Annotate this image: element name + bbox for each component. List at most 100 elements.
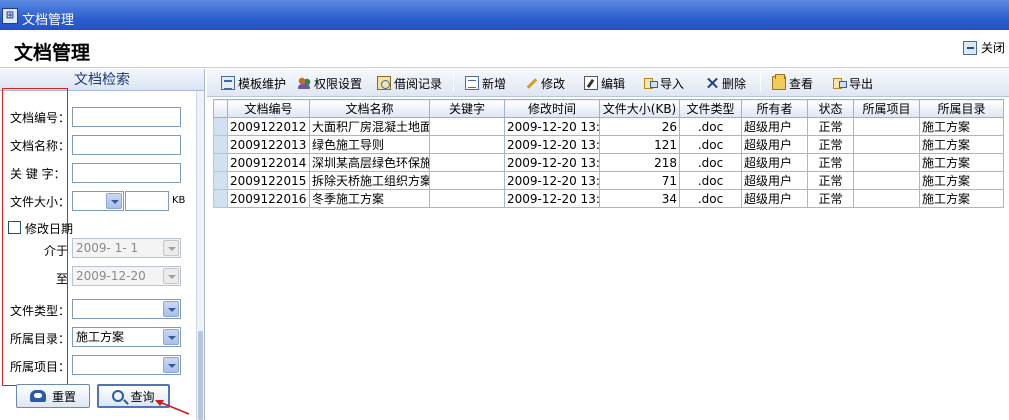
column-header[interactable]: 文档编号 bbox=[227, 99, 310, 118]
exit-icon bbox=[962, 40, 977, 55]
cell-file-size: 218 bbox=[599, 153, 680, 172]
cell-file-size: 26 bbox=[599, 117, 680, 136]
import-label: 导入 bbox=[660, 76, 685, 91]
cell-status: 正常 bbox=[807, 117, 854, 136]
cell-project bbox=[853, 135, 920, 154]
cell-doc-no: 2009122015 bbox=[227, 171, 310, 190]
row-selector[interactable] bbox=[213, 135, 228, 154]
doc-name-input[interactable] bbox=[72, 135, 181, 155]
new-document-icon bbox=[465, 76, 479, 90]
column-header[interactable]: 文件类型 bbox=[679, 99, 742, 118]
row-selector[interactable] bbox=[213, 117, 228, 136]
delete-button[interactable]: 删除 bbox=[705, 74, 746, 92]
search-panel-scrollbar[interactable] bbox=[196, 91, 204, 420]
cell-project bbox=[853, 153, 920, 172]
scrollbar-thumb[interactable] bbox=[198, 331, 203, 420]
column-header[interactable]: 关键字 bbox=[429, 99, 505, 118]
cell-status: 正常 bbox=[807, 189, 854, 208]
cell-file-type: .doc bbox=[679, 189, 742, 208]
modify-date-label: 修改日期 bbox=[25, 222, 74, 236]
folder-open-icon bbox=[772, 74, 786, 90]
cell-file-type: .doc bbox=[679, 171, 742, 190]
cell-status: 正常 bbox=[807, 153, 854, 172]
column-header[interactable]: 修改时间 bbox=[504, 99, 600, 118]
window-title: 文档管理 bbox=[22, 13, 75, 28]
annotation-arrow bbox=[155, 400, 190, 415]
date-from-select[interactable]: 2009- 1- 1 bbox=[72, 238, 181, 258]
directory-label: 所属目录： bbox=[10, 332, 71, 346]
export-button[interactable]: 导出 bbox=[832, 74, 873, 92]
column-header[interactable]: 所有者 bbox=[741, 99, 808, 118]
permissions-button[interactable]: 权限设置 bbox=[297, 74, 362, 92]
column-header[interactable]: 状态 bbox=[807, 99, 854, 118]
table-row[interactable]: 2009122013 绿色施工导则 2009-12-20 13:4 121 .d… bbox=[213, 135, 1004, 154]
project-select[interactable] bbox=[72, 355, 181, 375]
close-label: 关闭 bbox=[980, 41, 1005, 55]
cell-directory: 施工方案 bbox=[919, 135, 1004, 154]
table-row[interactable]: 2009122016 冬季施工方案 2009-12-20 13:5 34 .do… bbox=[213, 189, 1004, 208]
column-header[interactable]: 所属目录 bbox=[919, 99, 1004, 118]
cell-modified-time: 2009-12-20 13:4 bbox=[504, 153, 600, 172]
chevron-down-icon bbox=[163, 268, 179, 284]
cell-doc-name: 冬季施工方案 bbox=[309, 189, 430, 208]
date-from-value: 2009- 1- 1 bbox=[76, 241, 139, 255]
documents-table: 文档编号 文档名称 关键字 修改时间 文件大小(KB) 文件类型 所有者 状态 … bbox=[213, 99, 1004, 208]
doc-no-input[interactable] bbox=[72, 107, 181, 127]
borrow-records-button[interactable]: 借阅记录 bbox=[377, 74, 442, 92]
chevron-down-icon bbox=[163, 357, 179, 373]
template-label: 模板维护 bbox=[238, 76, 287, 91]
cell-keyword bbox=[429, 171, 505, 190]
add-button[interactable]: 新增 bbox=[465, 74, 506, 92]
cell-doc-name: 拆除天桥施工组织方案 bbox=[309, 171, 430, 190]
import-button[interactable]: 导入 bbox=[643, 74, 684, 92]
cell-doc-no: 2009122016 bbox=[227, 189, 310, 208]
file-type-select[interactable] bbox=[72, 299, 181, 319]
table-row[interactable]: 2009122015 拆除天桥施工组织方案 2009-12-20 13:5 71… bbox=[213, 171, 1004, 190]
cell-directory: 施工方案 bbox=[919, 171, 1004, 190]
table-row[interactable]: 2009122014 深圳某高层绿色环保施 2009-12-20 13:4 21… bbox=[213, 153, 1004, 172]
close-button[interactable]: 关闭 bbox=[962, 39, 1005, 56]
row-selector[interactable] bbox=[213, 153, 228, 172]
cell-doc-name: 大面积厂房混凝土地面 bbox=[309, 117, 430, 136]
doc-no-label: 文档编号： bbox=[10, 111, 71, 125]
file-size-operator-select[interactable] bbox=[72, 191, 124, 211]
borrow-icon bbox=[377, 76, 391, 90]
page-header: 文档管理 关闭 bbox=[0, 30, 1009, 68]
cell-project bbox=[853, 189, 920, 208]
cell-modified-time: 2009-12-20 13:5 bbox=[504, 189, 600, 208]
view-button[interactable]: 查看 bbox=[772, 74, 813, 92]
reset-button[interactable]: 重置 bbox=[16, 384, 90, 408]
reset-icon bbox=[29, 390, 46, 402]
borrow-label: 借阅记录 bbox=[394, 76, 443, 91]
table-row[interactable]: 2009122012 大面积厂房混凝土地面 2009-12-20 13:4 26… bbox=[213, 117, 1004, 136]
file-size-input[interactable] bbox=[125, 191, 169, 211]
app-icon: ⊞ bbox=[2, 8, 18, 24]
column-header[interactable]: 文档名称 bbox=[309, 99, 430, 118]
cell-keyword bbox=[429, 189, 505, 208]
delete-label: 删除 bbox=[722, 76, 747, 91]
column-header[interactable]: 文件大小(KB) bbox=[599, 99, 680, 118]
cell-project bbox=[853, 117, 920, 136]
cell-file-size: 34 bbox=[599, 189, 680, 208]
cell-owner: 超级用户 bbox=[741, 189, 808, 208]
keyword-input[interactable] bbox=[72, 163, 181, 183]
window-titlebar: ⊞ 文档管理 bbox=[0, 0, 1009, 30]
date-to-select[interactable]: 2009-12-20 bbox=[72, 266, 181, 286]
column-header[interactable]: 所属项目 bbox=[853, 99, 920, 118]
edit-icon bbox=[584, 76, 598, 90]
search-icon bbox=[112, 390, 125, 402]
search-label: 查询 bbox=[130, 389, 155, 404]
between-label: 介于 bbox=[44, 244, 69, 258]
modify-date-checkbox[interactable] bbox=[8, 221, 21, 234]
directory-select[interactable]: 施工方案 bbox=[72, 327, 181, 347]
modify-button[interactable]: 修改 bbox=[524, 74, 565, 92]
file-size-label: 文件大小： bbox=[10, 195, 71, 209]
edit-button[interactable]: 编辑 bbox=[584, 74, 625, 92]
row-selector[interactable] bbox=[213, 189, 228, 208]
row-selector[interactable] bbox=[213, 171, 228, 190]
add-label: 新增 bbox=[482, 76, 507, 91]
cell-status: 正常 bbox=[807, 171, 854, 190]
toolbar-separator bbox=[453, 74, 454, 92]
template-maintenance-button[interactable]: 模板维护 bbox=[221, 74, 286, 92]
cell-file-size: 121 bbox=[599, 135, 680, 154]
